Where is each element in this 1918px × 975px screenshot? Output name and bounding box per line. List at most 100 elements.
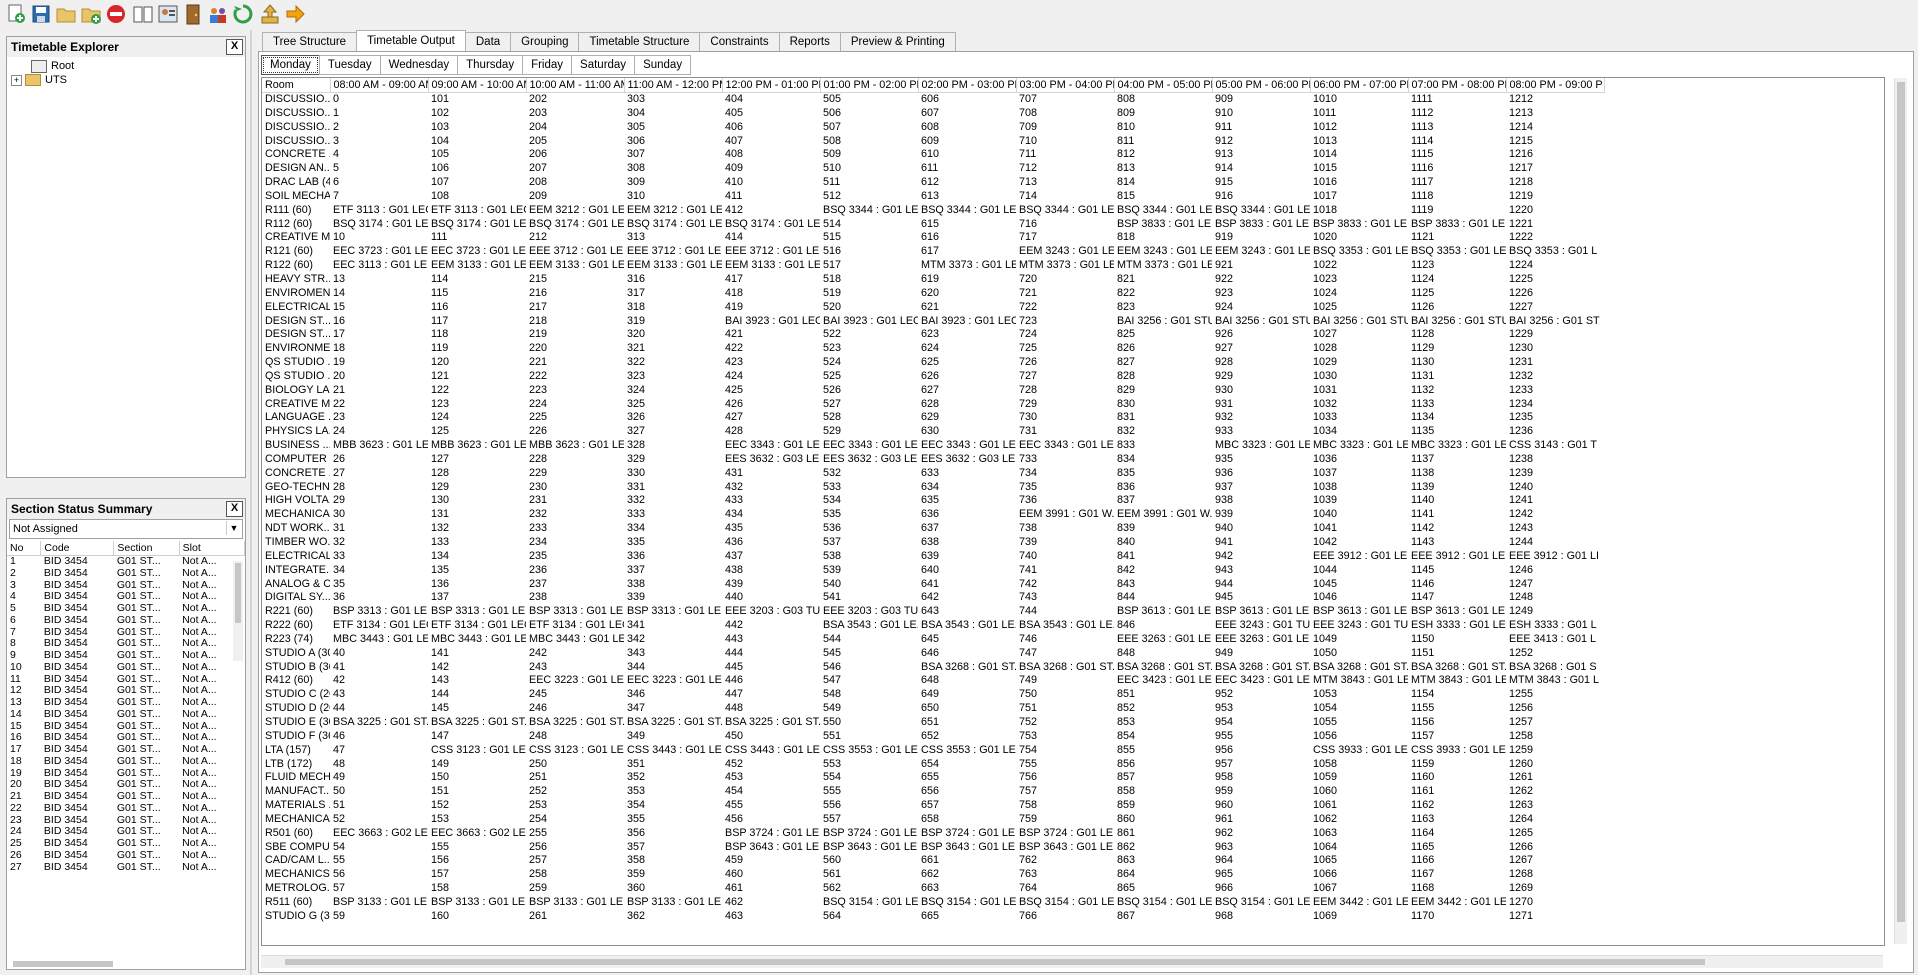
slot-cell[interactable]: 132 <box>428 522 526 536</box>
slot-cell[interactable]: 330 <box>624 467 722 481</box>
slot-cell[interactable]: BSA 3543 : G01 LE... <box>1016 619 1114 633</box>
slot-cell[interactable]: 810 <box>1114 121 1212 135</box>
slot-cell[interactable]: BSP 3643 : G01 LE... <box>1016 841 1114 855</box>
slot-cell[interactable]: 1161 <box>1408 785 1506 799</box>
slot-cell[interactable]: 354 <box>624 799 722 813</box>
slot-cell[interactable]: BSP 3833 : G01 LE... <box>1212 218 1310 232</box>
slot-cell[interactable]: 4 <box>330 148 428 162</box>
slot-cell[interactable]: MBC 3323 : G01 LE... <box>1310 439 1408 453</box>
slot-cell[interactable]: 1018 <box>1310 204 1408 218</box>
slot-cell[interactable]: 1060 <box>1310 785 1408 799</box>
slot-cell[interactable]: 968 <box>1212 910 1310 924</box>
slot-cell[interactable]: 103 <box>428 121 526 135</box>
slot-cell[interactable]: BAI 3256 : G01 STU... <box>1212 315 1310 329</box>
slot-cell[interactable]: 2 <box>330 121 428 135</box>
slot-cell[interactable]: 931 <box>1212 398 1310 412</box>
stop-icon[interactable] <box>104 2 128 26</box>
slot-cell[interactable]: 431 <box>722 467 820 481</box>
slot-cell[interactable]: 959 <box>1212 785 1310 799</box>
slot-cell[interactable]: 1042 <box>1310 536 1408 550</box>
slot-cell[interactable]: 226 <box>526 425 624 439</box>
slot-cell[interactable]: 747 <box>1016 647 1114 661</box>
slot-cell[interactable]: 654 <box>918 758 1016 772</box>
room-cell[interactable]: ANALOG & C... <box>262 578 330 592</box>
table-row[interactable]: 2 BID 3454 G01 ST... Not A... <box>7 568 245 580</box>
slot-cell[interactable]: 40 <box>330 647 428 661</box>
room-cell[interactable]: QS STUDIO ... <box>262 370 330 384</box>
room-cell[interactable]: DISCUSSIO... <box>262 93 330 107</box>
slot-cell[interactable]: 607 <box>918 107 1016 121</box>
slot-cell[interactable]: 757 <box>1016 785 1114 799</box>
slot-cell[interactable]: EEM 3991 : G01 W... <box>1114 508 1212 522</box>
room-cell[interactable]: COMPUTER ... <box>262 453 330 467</box>
slot-cell[interactable]: EES 3632 : G03 LE... <box>722 453 820 467</box>
column-header-no[interactable]: No <box>7 541 42 556</box>
slot-cell[interactable]: 961 <box>1212 813 1310 827</box>
slot-cell[interactable]: BSP 3613 : G01 LE... <box>1408 605 1506 619</box>
slot-cell[interactable]: 229 <box>526 467 624 481</box>
slot-cell[interactable]: MTM 3843 : G01 L <box>1506 674 1604 688</box>
slot-cell[interactable]: 136 <box>428 578 526 592</box>
room-cell[interactable]: STUDIO G (30) <box>262 910 330 924</box>
slot-cell[interactable]: 606 <box>918 93 1016 107</box>
column-header-timeslot[interactable]: 08:00 PM - 09:00 P <box>1506 78 1605 93</box>
slot-cell[interactable]: 135 <box>428 564 526 578</box>
slot-cell[interactable]: 261 <box>526 910 624 924</box>
slot-cell[interactable]: EEM 3133 : G01 LE... <box>428 259 526 273</box>
slot-cell[interactable]: 145 <box>428 702 526 716</box>
slot-cell[interactable]: 958 <box>1212 771 1310 785</box>
slot-cell[interactable]: 1134 <box>1408 411 1506 425</box>
slot-cell[interactable]: 812 <box>1114 148 1212 162</box>
slot-cell[interactable]: 1040 <box>1310 508 1408 522</box>
slot-cell[interactable]: MBB 3623 : G01 LE... <box>526 439 624 453</box>
slot-cell[interactable]: 1056 <box>1310 730 1408 744</box>
slot-cell[interactable]: 347 <box>624 702 722 716</box>
slot-cell[interactable]: 422 <box>722 342 820 356</box>
slot-cell[interactable]: 533 <box>820 481 918 495</box>
slot-cell[interactable]: BSP 3133 : G01 LE... <box>526 896 624 910</box>
slot-cell[interactable]: 1135 <box>1408 425 1506 439</box>
slot-cell[interactable]: 1235 <box>1506 411 1604 425</box>
slot-cell[interactable]: 437 <box>722 550 820 564</box>
slot-cell[interactable]: 930 <box>1212 384 1310 398</box>
slot-cell[interactable]: 22 <box>330 398 428 412</box>
slot-cell[interactable]: 851 <box>1114 688 1212 702</box>
slot-cell[interactable]: 1264 <box>1506 813 1604 827</box>
slot-cell[interactable]: 762 <box>1016 854 1114 868</box>
slot-cell[interactable]: 459 <box>722 854 820 868</box>
slot-cell[interactable]: 234 <box>526 536 624 550</box>
slot-cell[interactable]: ETF 3113 : G01 LEC... <box>428 204 526 218</box>
slot-cell[interactable]: 248 <box>526 730 624 744</box>
slot-cell[interactable]: 515 <box>820 231 918 245</box>
slot-cell[interactable]: EEC 3343 : G01 LE... <box>1016 439 1114 453</box>
slot-cell[interactable]: EEM 3243 : G01 LE... <box>1212 245 1310 259</box>
slot-cell[interactable]: 125 <box>428 425 526 439</box>
slot-cell[interactable]: 842 <box>1114 564 1212 578</box>
slot-cell[interactable]: 1238 <box>1506 453 1604 467</box>
slot-cell[interactable]: 454 <box>722 785 820 799</box>
slot-cell[interactable]: 749 <box>1016 674 1114 688</box>
slot-cell[interactable]: CSS 3443 : G01 LE... <box>624 744 722 758</box>
slot-cell[interactable]: ESH 3333 : G01 LE... <box>1408 619 1506 633</box>
slot-cell[interactable]: 121 <box>428 370 526 384</box>
slot-cell[interactable]: 450 <box>722 730 820 744</box>
slot-cell[interactable]: 764 <box>1016 882 1114 896</box>
slot-cell[interactable]: 637 <box>918 522 1016 536</box>
slot-cell[interactable]: MTM 3373 : G01 LE... <box>918 259 1016 273</box>
slot-cell[interactable]: 5 <box>330 162 428 176</box>
slot-cell[interactable]: 624 <box>918 342 1016 356</box>
grid-horizontal-scrollbar[interactable] <box>261 955 1883 968</box>
table-row[interactable]: 19 BID 3454 G01 ST... Not A... <box>7 768 245 780</box>
slot-cell[interactable]: 1121 <box>1408 231 1506 245</box>
slot-cell[interactable]: BSQ 3154 : G01 LE... <box>820 896 918 910</box>
slot-cell[interactable]: 317 <box>624 287 722 301</box>
slot-cell[interactable]: 1268 <box>1506 868 1604 882</box>
slot-cell[interactable]: 134 <box>428 550 526 564</box>
slot-cell[interactable]: 722 <box>1016 301 1114 315</box>
slot-cell[interactable]: 707 <box>1016 93 1114 107</box>
table-row[interactable]: 12 BID 3454 G01 ST... Not A... <box>7 685 245 697</box>
room-cell[interactable]: MECHANICA... <box>262 508 330 522</box>
slot-cell[interactable]: 1239 <box>1506 467 1604 481</box>
book-icon[interactable] <box>131 2 155 26</box>
slot-cell[interactable]: 813 <box>1114 162 1212 176</box>
